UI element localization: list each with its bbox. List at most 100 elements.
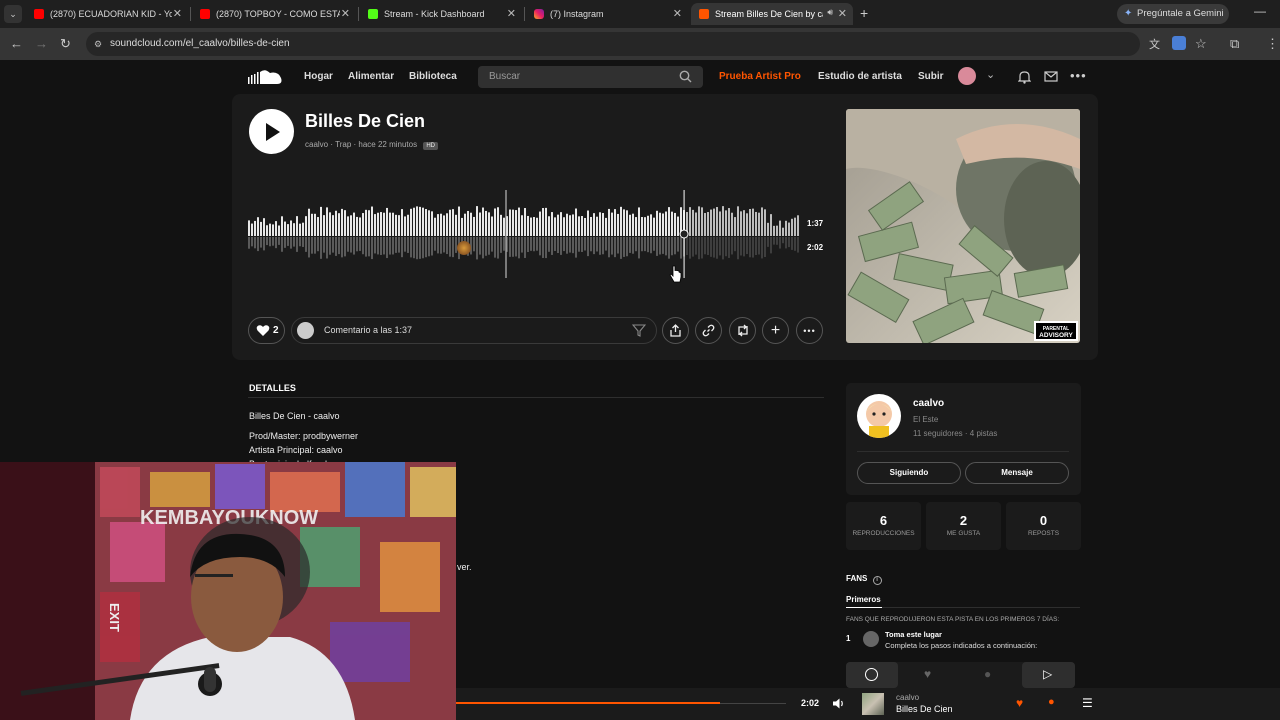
mail-icon[interactable] <box>1044 71 1058 82</box>
more-options-icon[interactable]: ••• <box>1070 68 1087 83</box>
repost-button[interactable] <box>729 317 756 344</box>
bookmark-star-icon[interactable]: ☆ <box>1195 36 1207 52</box>
nav-hogar[interactable]: Hogar <box>304 71 333 82</box>
tab-search-button[interactable]: ⌄ <box>4 5 22 23</box>
menu-icon[interactable]: ⋮ <box>1266 36 1279 52</box>
forward-icon[interactable]: → <box>35 36 48 51</box>
volume-icon[interactable] <box>832 697 845 710</box>
waveform-reflection-bar <box>599 237 601 255</box>
stat-label: ME GUSTA <box>946 530 981 537</box>
waveform-bar <box>491 216 493 236</box>
upload-link[interactable]: Subir <box>918 71 944 82</box>
nav-biblioteca[interactable]: Biblioteca <box>409 71 457 82</box>
tab-instagram[interactable]: (7) Instagram ✕ <box>526 3 688 25</box>
waveform-bar <box>548 216 550 236</box>
tab-youtube-1[interactable]: (2870) ECUADORIAN KID - YouTube ✕ <box>26 3 188 25</box>
comment-avatar-marker[interactable] <box>457 241 471 255</box>
player-artwork-thumb[interactable] <box>862 693 884 715</box>
waveform[interactable] <box>248 188 800 280</box>
playhead-handle[interactable] <box>679 229 689 239</box>
instagram-icon <box>534 9 544 19</box>
send-comment-icon[interactable] <box>632 324 646 337</box>
tab-youtube-2[interactable]: (2870) TOPBOY - COMO ESTAS ✕ <box>192 3 356 25</box>
waveform-bar <box>581 216 583 236</box>
waveform-bar <box>629 214 631 236</box>
heart-step-icon[interactable]: ♥ <box>924 667 931 681</box>
artist-studio-link[interactable]: Estudio de artista <box>818 71 902 82</box>
comment-input[interactable]: Comentario a las 1:37 <box>291 317 657 344</box>
copy-link-button[interactable] <box>695 317 722 344</box>
message-button[interactable]: Mensaje <box>965 462 1069 484</box>
chevron-down-icon[interactable]: ⌄ <box>986 68 995 81</box>
waveform-reflection-bar <box>401 237 403 258</box>
waveform-reflection-bar <box>389 237 391 255</box>
user-avatar[interactable] <box>958 67 976 85</box>
site-info-icon[interactable]: ⚙ <box>94 32 102 56</box>
back-icon[interactable]: ← <box>10 36 23 51</box>
artist-pro-link[interactable]: Prueba Artist Pro <box>719 71 801 82</box>
info-icon[interactable]: i <box>872 576 882 585</box>
extension-active-icon[interactable] <box>1172 36 1186 50</box>
waveform-reflection-bar <box>326 237 328 259</box>
gemini-button[interactable]: ✦ Pregúntale a Gemini <box>1117 4 1229 24</box>
extensions-icon[interactable]: ⧉ <box>1230 36 1239 52</box>
ellipsis-icon: ••• <box>803 325 816 336</box>
close-tab-icon[interactable]: ✕ <box>673 7 682 20</box>
search-input[interactable]: Buscar <box>478 66 703 88</box>
share-button[interactable] <box>662 317 689 344</box>
reload-icon[interactable]: ↻ <box>60 36 71 52</box>
close-tab-icon[interactable]: ✕ <box>173 7 182 20</box>
fans-tab-primeros[interactable]: Primeros <box>846 595 881 604</box>
minimize-icon[interactable]: — <box>1254 4 1266 18</box>
add-to-playlist-button[interactable]: + <box>762 317 789 344</box>
waveform-bar <box>599 212 601 236</box>
waveform-reflection-bar <box>677 237 679 252</box>
translate-icon[interactable]: 文 <box>1149 36 1160 52</box>
player-follow-icon[interactable]: ● <box>1048 696 1055 708</box>
tab-soundcloud[interactable]: Stream Billes De Cien by ca 🔊︎ ✕ <box>691 3 853 25</box>
player-artist[interactable]: caalvo <box>896 693 919 702</box>
artist-link[interactable]: caalvo <box>305 140 328 149</box>
waveform-bar <box>767 222 769 236</box>
person-step-icon[interactable]: ● <box>984 667 991 681</box>
nav-alimentar[interactable]: Alimentar <box>348 71 394 82</box>
waveform-reflection-bar <box>263 237 265 251</box>
waveform-reflection-bar <box>251 237 253 247</box>
soundcloud-logo[interactable] <box>248 68 284 86</box>
waveform-reflection-bar <box>740 237 742 256</box>
fans-tab-underline <box>846 607 882 608</box>
play-button[interactable] <box>249 109 294 154</box>
waveform-reflection-bar <box>329 237 331 255</box>
url-field[interactable]: ⚙ soundcloud.com/el_caalvo/billes-de-cie… <box>86 32 1140 56</box>
genre-tag[interactable]: Trap <box>335 140 351 149</box>
more-actions-button[interactable]: ••• <box>796 317 823 344</box>
close-tab-icon[interactable]: ✕ <box>838 7 847 20</box>
waveform-reflection-bar <box>584 237 586 251</box>
player-like-icon[interactable]: ♥ <box>1016 696 1023 710</box>
waveform-reflection-bar <box>623 237 625 257</box>
waveform-reflection-bar <box>614 237 616 258</box>
search-icon[interactable] <box>679 70 692 83</box>
track-title: Billes De Cien <box>305 111 426 131</box>
waveform-bar <box>704 213 706 236</box>
tab-kick[interactable]: Stream - Kick Dashboard ✕ <box>360 3 522 25</box>
close-tab-icon[interactable]: ✕ <box>341 7 350 20</box>
stat-label: REPOSTS <box>1027 530 1060 537</box>
details-fragment: ver. <box>457 562 472 572</box>
artist-avatar[interactable] <box>857 394 901 438</box>
close-tab-icon[interactable]: ✕ <box>507 7 516 20</box>
player-title[interactable]: Billes De Cien <box>896 704 953 714</box>
queue-icon[interactable]: ☰ <box>1082 696 1093 710</box>
new-tab-button[interactable]: + <box>860 5 868 21</box>
waveform-reflection-bar <box>767 237 769 247</box>
tab-separator <box>358 7 359 21</box>
waveform-reflection-bar <box>659 237 661 255</box>
waveform-reflection-bar <box>281 237 283 252</box>
bell-icon[interactable] <box>1018 70 1031 84</box>
waveform-bar <box>308 208 310 236</box>
artist-name[interactable]: caalvo <box>913 398 944 409</box>
following-button[interactable]: Siguiendo <box>857 462 961 484</box>
play-step-icon: ▷ <box>1043 667 1053 681</box>
waveform-reflection-bar <box>512 237 514 257</box>
like-button[interactable]: 2 <box>248 317 285 344</box>
